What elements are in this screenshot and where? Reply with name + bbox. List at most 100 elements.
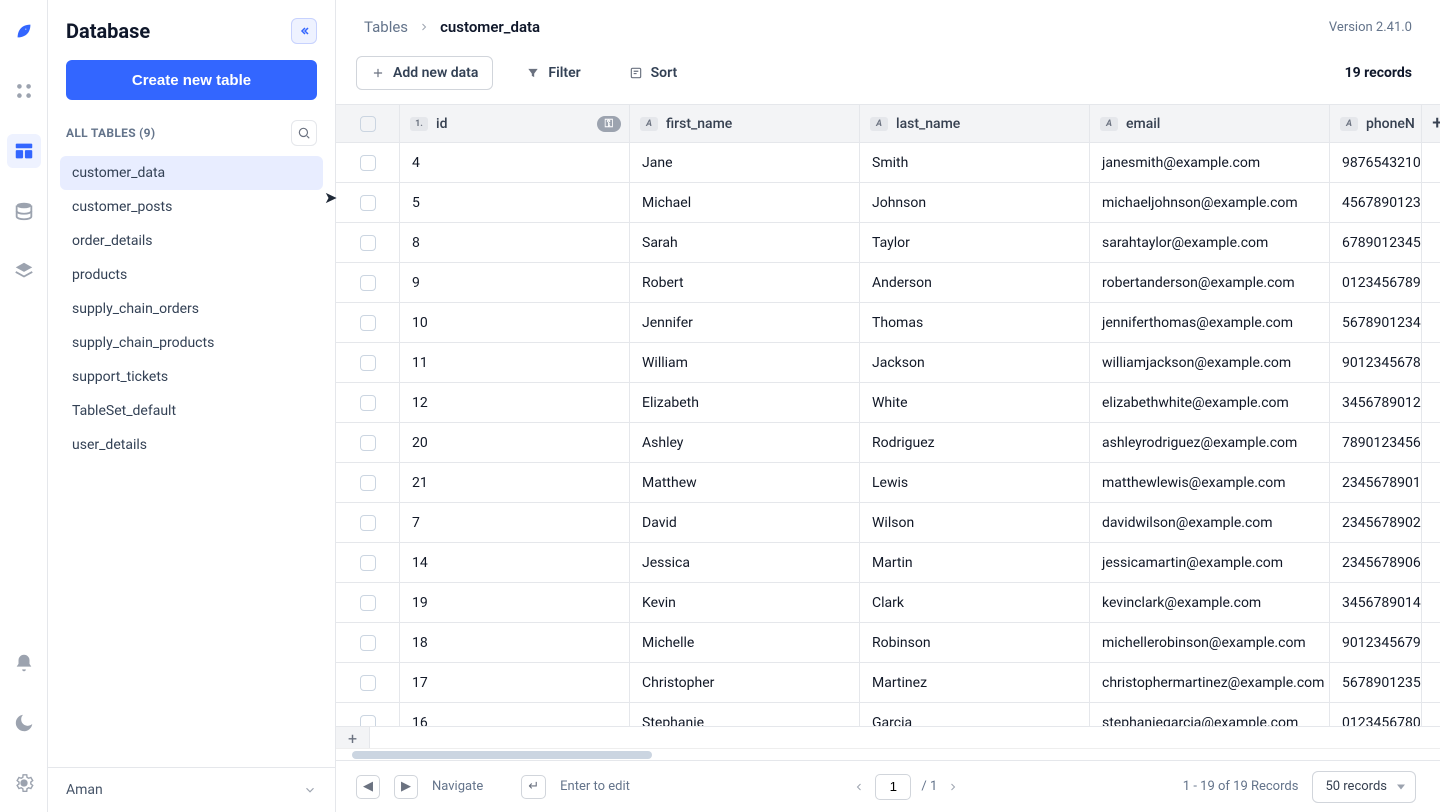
row-checkbox[interactable] xyxy=(360,275,376,291)
cell-id[interactable]: 21 xyxy=(410,475,428,491)
cell-phone[interactable]: 3456789012 xyxy=(1340,395,1421,411)
row-checkbox[interactable] xyxy=(360,675,376,691)
row-checkbox[interactable] xyxy=(360,475,376,491)
row-checkbox[interactable] xyxy=(360,355,376,371)
nav-left-key[interactable]: ◀ xyxy=(356,775,380,799)
row-checkbox[interactable] xyxy=(360,235,376,251)
cell-id[interactable]: 14 xyxy=(410,555,428,571)
table-row[interactable]: 18MichelleRobinsonmichellerobinson@examp… xyxy=(336,623,1440,663)
row-checkbox[interactable] xyxy=(360,435,376,451)
create-table-button[interactable]: Create new table xyxy=(66,60,317,100)
sidebar-table-item[interactable]: TableSet_default xyxy=(60,394,323,428)
sidebar-table-item[interactable]: customer_data xyxy=(60,156,323,190)
row-checkbox[interactable] xyxy=(360,315,376,331)
row-checkbox[interactable] xyxy=(360,155,376,171)
page-input[interactable] xyxy=(875,774,911,800)
sidebar-table-item[interactable]: supply_chain_products xyxy=(60,326,323,360)
cell-email[interactable]: christophermartinez@example.com xyxy=(1100,675,1324,691)
sidebar-table-item[interactable]: user_details xyxy=(60,428,323,462)
column-header-email[interactable]: Aemail xyxy=(1090,105,1330,143)
cell-phone[interactable]: 7890123456 xyxy=(1340,435,1421,451)
cell-id[interactable]: 11 xyxy=(410,355,428,371)
cell-last-name[interactable]: Rodriguez xyxy=(870,435,935,451)
cell-phone[interactable]: 4567890123 xyxy=(1340,195,1421,211)
table-row[interactable]: 20AshleyRodriguezashleyrodriguez@example… xyxy=(336,423,1440,463)
row-checkbox[interactable] xyxy=(360,555,376,571)
cell-phone[interactable]: 5678901235 xyxy=(1340,675,1421,691)
sidebar-table-item[interactable]: support_tickets xyxy=(60,360,323,394)
select-all-header[interactable] xyxy=(336,105,400,143)
cell-last-name[interactable]: Smith xyxy=(870,155,908,171)
cell-email[interactable]: robertanderson@example.com xyxy=(1100,275,1295,291)
cell-email[interactable]: williamjackson@example.com xyxy=(1100,355,1291,371)
table-row[interactable]: 21MatthewLewismatthewlewis@example.com23… xyxy=(336,463,1440,503)
column-header-first-name[interactable]: Afirst_name xyxy=(630,105,860,143)
table-row[interactable]: 7DavidWilsondavidwilson@example.com23456… xyxy=(336,503,1440,543)
cell-first-name[interactable]: Michael xyxy=(640,195,691,211)
cell-first-name[interactable]: Stephanie xyxy=(640,715,704,727)
cell-email[interactable]: elizabethwhite@example.com xyxy=(1100,395,1289,411)
cell-first-name[interactable]: Elizabeth xyxy=(640,395,699,411)
sort-button[interactable]: Sort xyxy=(614,56,693,90)
cell-last-name[interactable]: Martin xyxy=(870,555,913,571)
cell-first-name[interactable]: William xyxy=(640,355,688,371)
cell-first-name[interactable]: Sarah xyxy=(640,235,678,251)
cell-first-name[interactable]: Jennifer xyxy=(640,315,693,331)
cell-email[interactable]: jessicamartin@example.com xyxy=(1100,555,1283,571)
cell-id[interactable]: 17 xyxy=(410,675,428,691)
cell-phone[interactable]: 2345678901 xyxy=(1340,475,1421,491)
cell-last-name[interactable]: Martinez xyxy=(870,675,927,691)
cell-phone[interactable]: 0123456789 xyxy=(1340,275,1421,291)
filter-button[interactable]: Filter xyxy=(511,56,595,90)
cell-email[interactable]: michaeljohnson@example.com xyxy=(1100,195,1298,211)
cell-phone[interactable]: 9876543210 xyxy=(1340,155,1421,171)
cell-last-name[interactable]: Wilson xyxy=(870,515,914,531)
table-row[interactable]: 12ElizabethWhiteelizabethwhite@example.c… xyxy=(336,383,1440,423)
table-row[interactable]: 17 Christopher Martinez christophermartinez… xyxy=(336,663,1440,703)
cell-last-name[interactable]: Taylor xyxy=(870,235,910,251)
search-tables-button[interactable] xyxy=(291,120,317,146)
cell-id[interactable]: 5 xyxy=(410,195,420,211)
grid-icon[interactable] xyxy=(7,74,41,108)
cell-email[interactable]: davidwilson@example.com xyxy=(1100,515,1273,531)
cell-phone[interactable]: 5678901234 xyxy=(1340,315,1421,331)
table-row[interactable]: 9RobertAndersonrobertanderson@example.co… xyxy=(336,263,1440,303)
cell-first-name[interactable]: Ashley xyxy=(640,435,683,451)
database-icon[interactable] xyxy=(7,194,41,228)
cell-email[interactable]: stephaniegarcia@example.com xyxy=(1100,715,1298,727)
row-checkbox[interactable] xyxy=(360,395,376,411)
cell-email[interactable]: sarahtaylor@example.com xyxy=(1100,235,1268,251)
collapse-sidebar-button[interactable] xyxy=(291,18,317,44)
cell-last-name[interactable]: Garcia xyxy=(870,715,912,727)
cell-last-name[interactable]: Clark xyxy=(870,595,904,611)
add-column-button[interactable]: + xyxy=(1422,105,1440,143)
cell-phone[interactable]: 0123456780 xyxy=(1340,715,1421,727)
cell-id[interactable]: 9 xyxy=(410,275,420,291)
cell-first-name[interactable]: Robert xyxy=(640,275,684,291)
row-checkbox[interactable] xyxy=(360,635,376,651)
checkbox[interactable] xyxy=(360,116,376,132)
table-row[interactable]: 8SarahTaylorsarahtaylor@example.com67890… xyxy=(336,223,1440,263)
breadcrumb-root[interactable]: Tables xyxy=(364,18,408,36)
cell-last-name[interactable]: Thomas xyxy=(870,315,923,331)
cell-last-name[interactable]: Jackson xyxy=(870,355,925,371)
add-row-button[interactable]: + xyxy=(336,727,370,749)
cell-first-name[interactable]: Matthew xyxy=(640,475,697,491)
cell-email[interactable]: michellerobinson@example.com xyxy=(1100,635,1306,651)
cell-id[interactable]: 19 xyxy=(410,595,428,611)
row-checkbox[interactable] xyxy=(360,515,376,531)
table-icon[interactable] xyxy=(7,134,41,168)
sidebar-table-item[interactable]: order_details xyxy=(60,224,323,258)
column-header-id[interactable]: 1. id ⚿ xyxy=(400,105,630,143)
cell-phone[interactable]: 2345678902 xyxy=(1340,515,1421,531)
nav-right-key[interactable]: ▶ xyxy=(394,775,418,799)
cell-first-name[interactable]: Christopher xyxy=(640,675,714,691)
moon-icon[interactable] xyxy=(7,706,41,740)
cell-first-name[interactable]: Kevin xyxy=(640,595,676,611)
page-size-select[interactable]: 50 records xyxy=(1312,771,1416,803)
cell-id[interactable]: 18 xyxy=(410,635,428,651)
cell-first-name[interactable]: David xyxy=(640,515,677,531)
cell-last-name[interactable]: Johnson xyxy=(870,195,926,211)
layers-icon[interactable] xyxy=(7,254,41,288)
sidebar-table-item[interactable]: supply_chain_orders xyxy=(60,292,323,326)
